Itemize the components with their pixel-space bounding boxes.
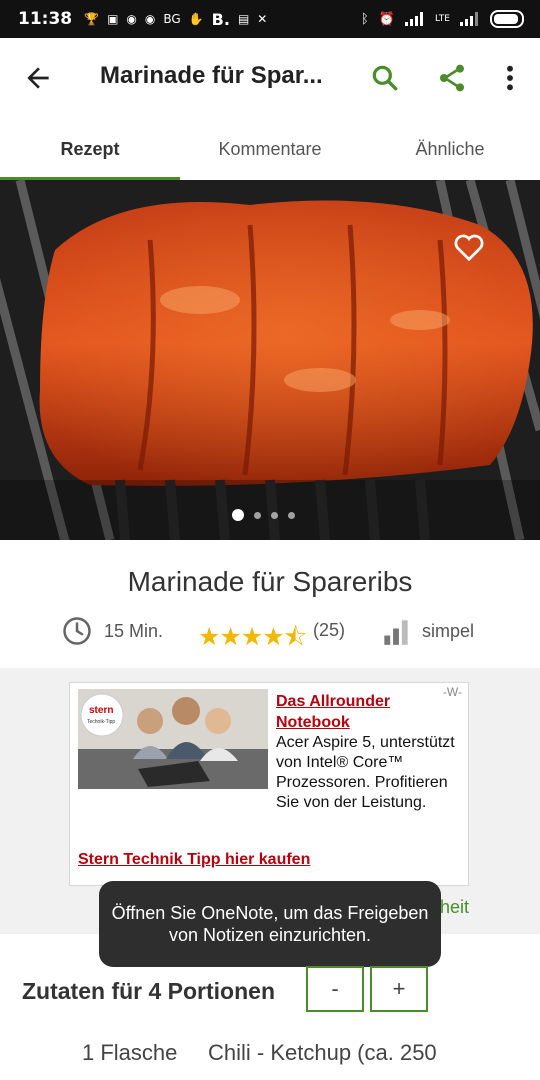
increase-portions-button[interactable]: + — [370, 966, 428, 1012]
page-dot — [254, 511, 261, 519]
rating-count[interactable]: (25) — [313, 620, 345, 641]
b-notification: B. — [211, 9, 230, 29]
page-dot — [288, 511, 295, 519]
signal-icon-2 — [460, 12, 478, 26]
tab-aehnliche[interactable]: Ähnliche — [360, 118, 540, 180]
ad-cta-link[interactable]: Stern Technik Tipp hier kaufen — [78, 851, 310, 869]
gb-icon: ▤ — [237, 12, 250, 26]
tab-kommentare[interactable]: Kommentare — [180, 118, 360, 180]
svg-text:stern: stern — [89, 705, 113, 716]
prep-time: 15 Min. — [104, 621, 164, 641]
clock-icon — [63, 617, 91, 645]
signal-icon — [405, 12, 424, 26]
tools-icon: ✕ — [257, 12, 268, 26]
share-icon[interactable] — [436, 62, 468, 94]
app-bar: Marinade für Spar... — [0, 38, 540, 118]
ad-banner[interactable]: stern Technik-Tipp -W- Das Allrounder No… — [69, 682, 469, 886]
battery-icon — [490, 10, 524, 28]
status-bar: 11:38 🏆 ▣ ◉ ◉ BG ✋ B. ▤ ✕ ᛒ ⏰ LTE — [0, 0, 540, 38]
svg-text:Technik-Tipp: Technik-Tipp — [87, 719, 115, 725]
ingredient-name: Chili - Ketchup (ca. 250 — [208, 1040, 437, 1065]
rating-stars[interactable]: ★★★★⯪ — [198, 618, 307, 661]
ad-body[interactable]: Acer Aspire 5, unterstützt von Intel® Co… — [276, 733, 466, 813]
trophy-icon: 🏆 — [84, 12, 100, 26]
difficulty-level: simpel — [422, 621, 475, 641]
page-title: Marinade für Spar... — [100, 62, 323, 89]
ebay-icon: ◉ — [126, 12, 137, 26]
ingredients-heading: Zutaten für 4 Portionen — [22, 978, 275, 1004]
ebay-icon-2: ◉ — [144, 12, 156, 26]
search-icon[interactable] — [369, 62, 401, 94]
ad-headline[interactable]: Das Allrounder Notebook — [276, 691, 466, 733]
recipe-meta: 15 Min. ★★★★⯪ (25) simpel — [0, 614, 540, 651]
status-time: 11:38 — [18, 9, 73, 29]
system-icons: ᛒ ⏰ LTE — [361, 0, 524, 38]
back-arrow-icon[interactable] — [22, 62, 54, 94]
page-dot — [271, 511, 278, 519]
notification-icons: 🏆 ▣ ◉ ◉ BG ✋ B. ▤ ✕ — [84, 10, 267, 29]
gallery-page-indicator — [232, 509, 295, 521]
ingredient-quantity: 1 Flasche — [82, 1040, 178, 1065]
difficulty-bars-icon — [384, 620, 408, 645]
more-options-icon[interactable] — [494, 62, 526, 94]
hand-icon: ✋ — [188, 12, 204, 26]
tab-rezept[interactable]: Rezept — [0, 118, 180, 180]
alarm-icon: ⏰ — [378, 11, 396, 27]
tab-bar: Rezept Kommentare Ähnliche — [0, 118, 540, 181]
favorite-heart-icon[interactable] — [452, 232, 486, 262]
ad-image[interactable]: stern Technik-Tipp — [78, 689, 268, 789]
news-icon: ▣ — [107, 12, 119, 26]
bg-notification: BG — [163, 12, 181, 26]
toast-message: Öffnen Sie OneNote, um das Freigeben von… — [99, 881, 441, 967]
bluetooth-icon: ᛒ — [361, 11, 369, 27]
decrease-portions-button[interactable]: - — [306, 966, 364, 1012]
network-type: LTE — [435, 14, 450, 24]
recipe-title: Marinade für Spareribs — [127, 566, 413, 597]
page-dot-active — [232, 509, 244, 521]
